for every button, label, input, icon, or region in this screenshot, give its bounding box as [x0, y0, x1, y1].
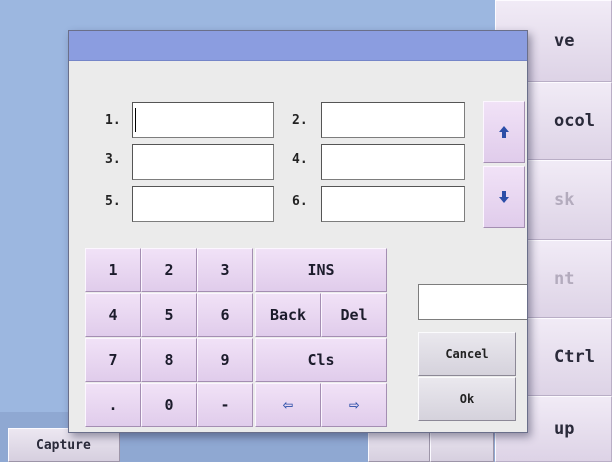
ok-button[interactable]: Ok — [418, 377, 516, 421]
key-5[interactable]: 5 — [141, 293, 197, 337]
key-6[interactable]: 6 — [197, 293, 253, 337]
arrow-left-icon: ⇦ — [282, 395, 294, 415]
capture-button[interactable]: Capture — [8, 428, 120, 462]
cursor-right-button[interactable]: ⇨ — [321, 383, 387, 427]
field-label-5: 5. — [105, 194, 121, 209]
entry-field-5[interactable] — [132, 186, 274, 222]
cursor-left-button[interactable]: ⇦ — [255, 383, 321, 427]
field-label-4: 4. — [292, 152, 308, 167]
key-4[interactable]: 4 — [85, 293, 141, 337]
arrow-right-icon: ⇨ — [348, 395, 360, 415]
scroll-up-button[interactable] — [483, 101, 525, 163]
entry-field-3[interactable] — [132, 144, 274, 180]
key-minus[interactable]: - — [197, 383, 253, 427]
key-backspace[interactable]: Back — [255, 293, 321, 337]
cancel-button[interactable]: Cancel — [418, 332, 516, 376]
entry-field-6[interactable] — [321, 186, 465, 222]
entry-field-1[interactable] — [132, 102, 274, 138]
key-9[interactable]: 9 — [197, 338, 253, 382]
arrow-down-icon — [499, 191, 509, 203]
field-label-6: 6. — [292, 194, 308, 209]
field-label-3: 3. — [105, 152, 121, 167]
key-0[interactable]: 0 — [141, 383, 197, 427]
bottom-button-3[interactable] — [430, 428, 494, 462]
key-dot[interactable]: . — [85, 383, 141, 427]
field-label-2: 2. — [292, 113, 308, 128]
scroll-down-button[interactable] — [483, 166, 525, 228]
field-label-1: 1. — [105, 113, 121, 128]
key-insert[interactable]: INS — [255, 248, 387, 292]
key-3[interactable]: 3 — [197, 248, 253, 292]
dialog-titlebar — [69, 31, 527, 61]
key-7[interactable]: 7 — [85, 338, 141, 382]
arrow-up-icon — [499, 126, 509, 138]
key-clear[interactable]: Cls — [255, 338, 387, 382]
bottom-button-2[interactable] — [368, 428, 430, 462]
key-delete[interactable]: Del — [321, 293, 387, 337]
entry-field-2[interactable] — [321, 102, 465, 138]
key-8[interactable]: 8 — [141, 338, 197, 382]
numeric-entry-dialog: 1. 2. 3. 4. 5. 6. 1 2 3 INS 4 5 6 Back D… — [68, 30, 528, 433]
entry-field-4[interactable] — [321, 144, 465, 180]
key-1[interactable]: 1 — [85, 248, 141, 292]
value-display[interactable] — [418, 284, 527, 320]
key-2[interactable]: 2 — [141, 248, 197, 292]
